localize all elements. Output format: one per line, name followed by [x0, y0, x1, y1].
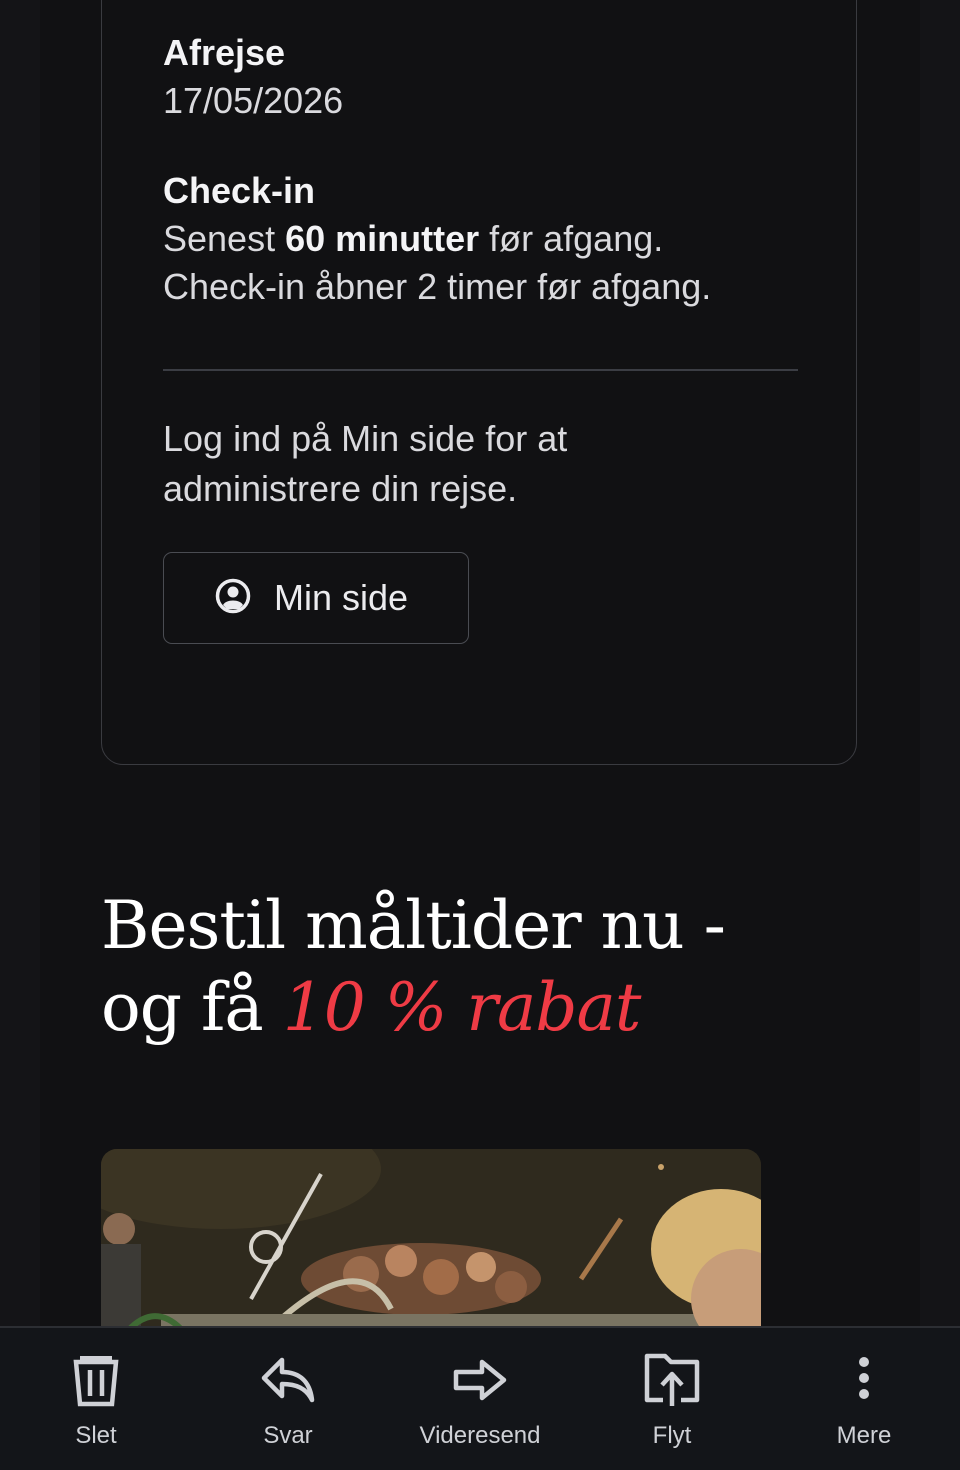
checkin-label: Check-in [163, 170, 316, 211]
checkin-suffix: før afgang. [479, 218, 664, 259]
move-button[interactable]: Flyt [576, 1328, 768, 1470]
checkin-minutes: 60 minutter [285, 218, 480, 259]
meal-photo[interactable] [101, 1149, 761, 1328]
forward-label: Videresend [419, 1422, 541, 1449]
promo-discount: 10 % rabat [282, 969, 642, 1046]
forward-icon [452, 1350, 508, 1410]
reply-label: Svar [263, 1422, 313, 1449]
min-side-button[interactable]: Min side [163, 552, 469, 644]
promo-line-2: og få 10 % rabat [101, 967, 881, 1049]
forward-button[interactable]: Videresend [384, 1328, 576, 1470]
trash-icon [70, 1350, 122, 1410]
reply-button[interactable]: Svar [192, 1328, 384, 1470]
move-icon [643, 1350, 701, 1410]
checkin-deadline: Senest 60 minutter før afgang. [163, 218, 663, 260]
more-vertical-icon [856, 1350, 872, 1410]
departure-date: 17/05/2026 [163, 80, 344, 121]
more-button[interactable]: Mere [768, 1328, 960, 1470]
promo-line-1: Bestil måltider nu - [101, 887, 726, 964]
account-circle-icon [214, 577, 252, 620]
delete-button[interactable]: Slet [0, 1328, 192, 1470]
checkin-prefix: Senest [163, 218, 286, 259]
checkin-opens: Check-in åbner 2 timer før afgang. [163, 266, 712, 307]
promo-heading: Bestil måltider nu - og få 10 % rabat [101, 885, 881, 1049]
promo-prefix: og få [101, 969, 283, 1046]
bottom-action-toolbar: Slet Svar Videresend Flyt Mere [0, 1326, 960, 1470]
email-body: Afrejse 17/05/2026 Check-in Senest 60 mi… [40, 0, 920, 1328]
reply-icon [260, 1350, 316, 1410]
departure-label: Afrejse [163, 32, 286, 73]
min-side-label: Min side [274, 577, 409, 618]
move-label: Flyt [652, 1422, 692, 1449]
divider [163, 369, 798, 371]
more-label: Mere [836, 1422, 892, 1449]
login-text: Log ind på Min side for at administrere … [163, 418, 568, 509]
delete-label: Slet [75, 1422, 117, 1449]
